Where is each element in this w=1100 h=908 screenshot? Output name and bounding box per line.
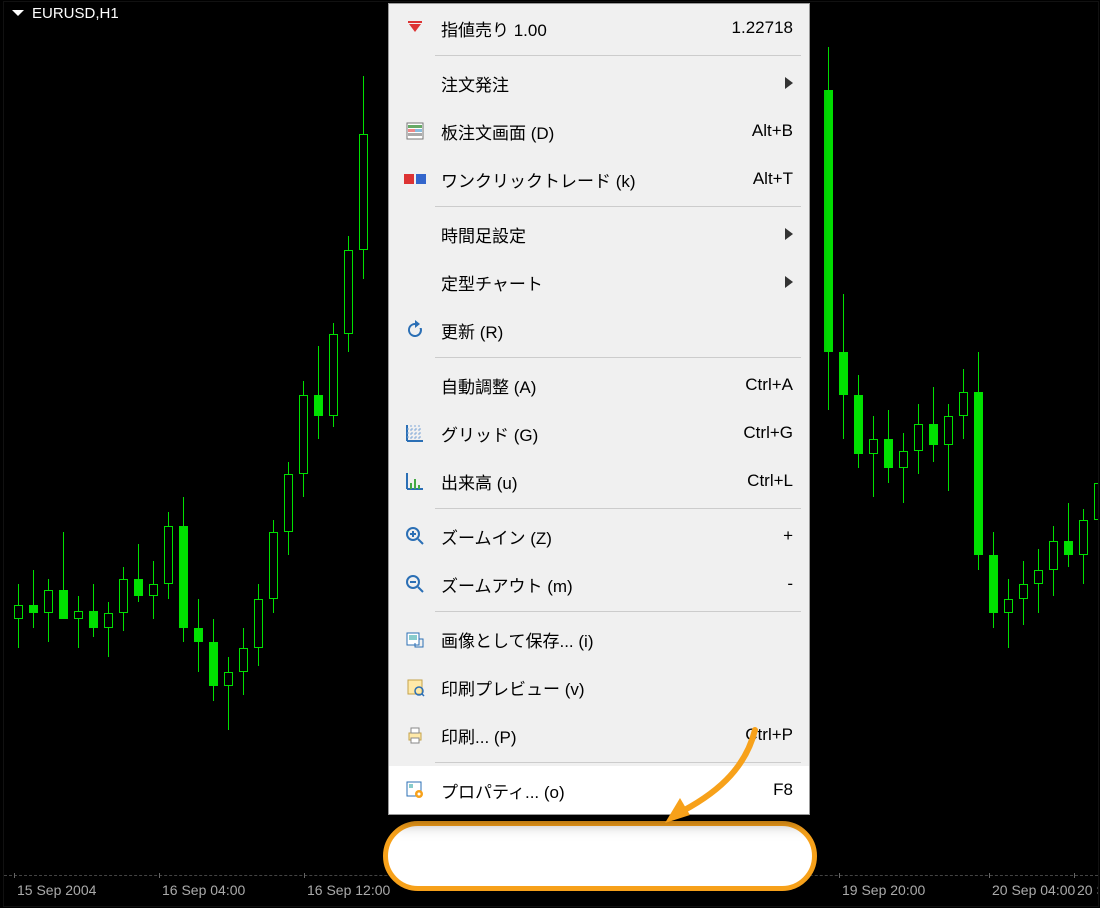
menu-separator [435,55,801,56]
menu-label: 画像として保存... (i) [441,627,793,652]
menu-autoscale[interactable]: 自動調整 (A) Ctrl+A [389,361,809,409]
chart-title: EURUSD,H1 [32,5,119,22]
menu-one-click[interactable]: ワンクリックトレード (k) Alt+T [389,155,809,203]
menu-grid[interactable]: グリッド (G) Ctrl+G [389,409,809,457]
menu-label: 指値売り 1.00 [441,16,732,41]
menu-shortcut: Ctrl+G [743,423,793,443]
refresh-icon [401,316,429,344]
print-preview-icon [401,673,429,701]
menu-separator [435,206,801,207]
volumes-icon [401,467,429,495]
print-icon [401,721,429,749]
save-image-icon [401,625,429,653]
grid-icon [401,419,429,447]
zoom-in-icon [401,522,429,550]
menu-dom[interactable]: 板注文画面 (D) Alt+B [389,107,809,155]
menu-shortcut: - [787,574,793,594]
submenu-arrow-icon [785,228,793,240]
menu-zoom-out[interactable]: ズームアウト (m) - [389,560,809,608]
menu-label: 定型チャート [441,270,775,295]
depth-of-market-icon [401,117,429,145]
menu-label: 注文発注 [441,71,775,96]
menu-separator [435,508,801,509]
blank-icon [401,371,429,399]
menu-shortcut: Ctrl+L [747,471,793,491]
chart-title-bar[interactable]: EURUSD,H1 [4,2,119,24]
menu-volumes[interactable]: 出来高 (u) Ctrl+L [389,457,809,505]
menu-label: 更新 (R) [441,318,793,343]
menu-shortcut: Alt+T [753,169,793,189]
menu-label: ワンクリックトレード (k) [441,167,753,192]
blank-icon [401,220,429,248]
menu-save-image[interactable]: 画像として保存... (i) [389,615,809,663]
menu-label: ズームイン (Z) [441,524,783,549]
menu-label: 印刷プレビュー (v) [441,675,793,700]
menu-print-preview[interactable]: 印刷プレビュー (v) [389,663,809,711]
menu-zoom-in[interactable]: ズームイン (Z) + [389,512,809,560]
menu-label: 板注文画面 (D) [441,119,752,144]
menu-label: ズームアウト (m) [441,572,787,597]
menu-value: 1.22718 [732,18,793,38]
menu-timeframes[interactable]: 時間足設定 [389,210,809,258]
blank-icon [401,268,429,296]
app-root: EURUSD,H1 15 Sep 200416 Sep 04:0016 Sep … [0,0,1100,908]
properties-icon [401,776,429,804]
menu-templates[interactable]: 定型チャート [389,258,809,306]
menu-sell-limit[interactable]: 指値売り 1.00 1.22718 [389,4,809,52]
menu-label: 出来高 (u) [441,469,747,494]
submenu-arrow-icon [785,77,793,89]
menu-label: 時間足設定 [441,222,775,247]
context-menu: 指値売り 1.00 1.22718 注文発注 板注文画面 (D) Alt+B [388,3,810,815]
menu-separator [435,611,801,612]
menu-label: グリッド (G) [441,421,743,446]
menu-shortcut: F8 [773,780,793,800]
blank-icon [401,69,429,97]
arrow-annotation [650,725,770,835]
menu-shortcut: Alt+B [752,121,793,141]
menu-shortcut: + [783,526,793,546]
sell-arrow-icon [401,14,429,42]
menu-separator [435,357,801,358]
menu-refresh[interactable]: 更新 (R) [389,306,809,354]
menu-shortcut: Ctrl+A [745,375,793,395]
chevron-down-icon [12,10,24,16]
menu-trading[interactable]: 注文発注 [389,59,809,107]
menu-label: 自動調整 (A) [441,373,745,398]
oneclick-icon [401,165,429,193]
zoom-out-icon [401,570,429,598]
submenu-arrow-icon [785,276,793,288]
